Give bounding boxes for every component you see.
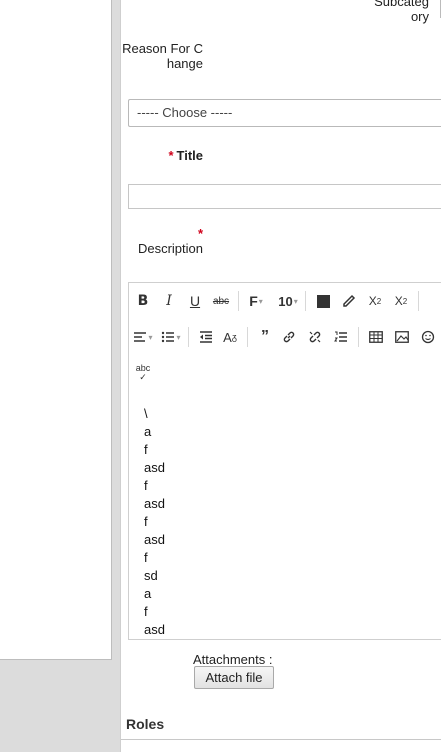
editor-line: f	[144, 514, 148, 529]
strikethrough-icon[interactable]: abc	[210, 290, 232, 312]
editor-line: a	[144, 586, 152, 601]
editor-toolbar-row-2: ▾ ▾ Aᵹ ”	[129, 319, 441, 355]
description-label: * Description	[121, 226, 203, 256]
editor-line: f	[144, 604, 148, 619]
bold-icon[interactable]: B	[132, 290, 154, 312]
highlight-icon[interactable]	[338, 290, 360, 312]
font-family-icon[interactable]: F ▾	[245, 290, 267, 312]
superscript-icon[interactable]: X2	[390, 290, 412, 312]
toolbar-separator	[238, 291, 239, 311]
font-size-value: 10	[278, 293, 293, 309]
toolbar-separator	[358, 327, 359, 347]
toolbar-separator	[418, 291, 419, 311]
editor-line: \	[144, 406, 148, 421]
editor-line: a	[144, 424, 152, 439]
attach-file-button[interactable]: Attach file	[194, 666, 274, 689]
editor-line: sd	[144, 568, 158, 583]
editor-line: asd	[144, 532, 165, 547]
title-label-text: Title	[176, 148, 204, 163]
blockquote-icon[interactable]: ”	[254, 326, 276, 348]
subscript-icon[interactable]: X2	[364, 290, 386, 312]
subcategory-label: Subcateg ory	[374, 0, 429, 24]
bulleted-list-icon[interactable]: ▾	[160, 326, 182, 348]
editor-line: asd	[144, 460, 165, 475]
reason-for-change-select[interactable]: ----- Choose -----	[128, 99, 441, 127]
emoji-icon[interactable]	[417, 326, 439, 348]
description-label-text: Description	[137, 241, 203, 256]
editor-line: f	[144, 442, 148, 457]
link-icon[interactable]	[278, 326, 300, 348]
editor-line: asd	[144, 496, 165, 511]
roles-heading: Roles	[126, 716, 165, 732]
title-input[interactable]	[128, 184, 441, 209]
attachments-label: Attachments :	[193, 652, 273, 667]
unlink-icon[interactable]	[304, 326, 326, 348]
underline-icon[interactable]: U	[184, 290, 206, 312]
description-editor[interactable]: B I U abc F ▾ 10 ▾ X2 X2 ▾ ▾ A ᵹ ” abc ✓…	[128, 282, 441, 640]
editor-line: asd	[144, 622, 165, 637]
image-icon[interactable]	[391, 326, 413, 348]
numbered-list-icon[interactable]	[330, 326, 352, 348]
italic-icon[interactable]: I	[158, 290, 180, 312]
divider	[121, 739, 441, 740]
text-color-icon[interactable]	[312, 290, 334, 312]
font-size-select[interactable]: 10 ▾	[277, 290, 299, 312]
table-icon[interactable]	[365, 326, 387, 348]
toolbar-separator	[247, 327, 248, 347]
required-marker: *	[168, 148, 174, 163]
align-icon[interactable]: ▾	[132, 326, 154, 348]
reason-for-change-label: Reason For Change	[122, 41, 203, 71]
editor-line: f	[144, 550, 148, 565]
clear-format-icon[interactable]: Aᵹ	[219, 326, 241, 348]
outdent-icon[interactable]	[195, 326, 217, 348]
editor-content[interactable]: \ a f asd f asd f asd f sd a f asd	[144, 405, 165, 639]
editor-line: f	[144, 478, 148, 493]
editor-toolbar-row-3: abc ✓	[129, 355, 441, 391]
title-label: * Title	[121, 148, 203, 163]
toolbar-separator	[188, 327, 189, 347]
spellcheck-icon[interactable]: abc ✓	[132, 362, 154, 384]
required-marker: *	[197, 226, 203, 241]
request-form: Subcateg ory Reason For Change ----- Cho…	[120, 0, 441, 752]
left-panel	[0, 0, 112, 660]
editor-toolbar-row-1: B I U abc F ▾ 10 ▾ X2 X2	[129, 283, 441, 319]
toolbar-separator	[305, 291, 306, 311]
